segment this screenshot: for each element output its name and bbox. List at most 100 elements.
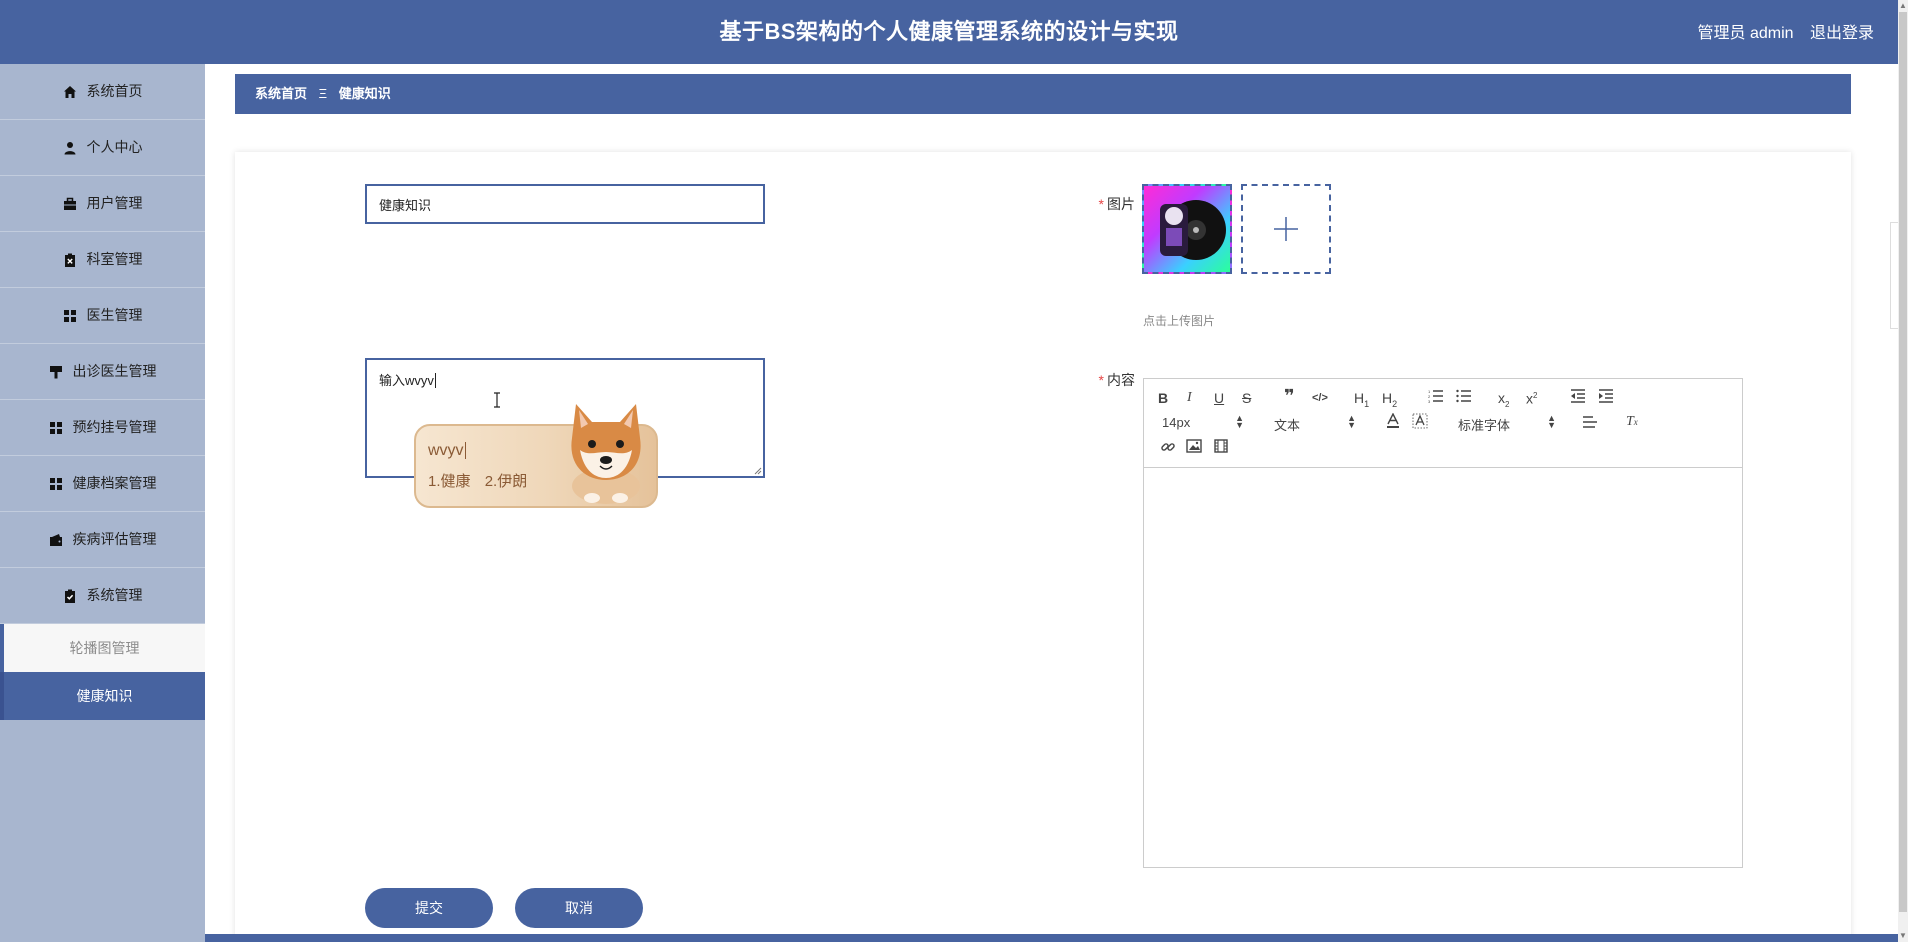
ime-candidate-popup: wvyv 1.健康 2.伊朗 [414,404,658,508]
bold-button[interactable]: B [1158,389,1168,407]
ime-input-code: wvyv [428,442,466,459]
rich-text-editor: B I U S ❞ </> H1 H2 123 x2 x2 14px ▲ ▼ 文本 ▲… [1143,378,1743,868]
sidebar-item-label: 出诊医生管理 [72,363,157,379]
logout-link[interactable]: 退出登录 [1810,25,1874,42]
sidebar-item-home[interactable]: 系统首页 [0,64,205,120]
ime-candidate[interactable]: 1.健康 [428,473,471,490]
indent-icon[interactable] [1598,389,1614,407]
video-insert-icon[interactable] [1214,439,1228,457]
ime-candidate-list: 1.健康 2.伊朗 [428,470,537,491]
sidebar-item-personal[interactable]: 个人中心 [0,120,205,176]
font-size-select[interactable]: 14px ▲ ▼ [1162,413,1244,431]
scroll-down-icon[interactable]: ▼ [1898,930,1908,942]
strike-button[interactable]: S [1242,389,1251,407]
upload-tip: 点击上传图片 [1143,314,1216,328]
ordered-list-icon[interactable]: 123 [1428,389,1444,407]
sidebar-item-label: 系统首页 [86,83,143,99]
sidebar-item-system[interactable]: 系统管理 [0,568,205,624]
svg-text:3: 3 [1428,399,1431,403]
sidebar-item-label: 系统管理 [86,587,143,603]
briefcase-icon [63,197,77,211]
scrollbar-thumb[interactable] [1899,12,1907,912]
breadcrumb: 系统首页 Ξ 健康知识 [235,74,1851,114]
shiba-dog-skin-icon [571,404,641,504]
sidebar-item-label: 健康档案管理 [72,475,157,491]
resize-handle-icon[interactable] [753,466,762,475]
background-color-icon[interactable] [1412,413,1428,433]
code-button[interactable]: </> [1312,389,1328,407]
intro-text: 输入wvyv [379,373,434,388]
user-area: 管理员 admin 退出登录 [1698,0,1875,64]
vertical-scrollbar[interactable]: ▲ ▼ [1898,0,1908,942]
select-arrows-icon: ▲ ▼ [1347,413,1356,430]
underline-button[interactable]: U [1214,389,1224,407]
italic-button[interactable]: I [1187,389,1192,407]
breadcrumb-current: 健康知识 [338,86,391,101]
editor-content-area[interactable] [1144,467,1742,867]
person-icon [63,141,77,155]
bullet-list-icon[interactable] [1456,389,1472,407]
font-color-icon[interactable] [1386,412,1400,433]
blockquote-button[interactable]: ❞ [1284,387,1295,405]
select-arrows-icon: ▲ ▼ [1547,413,1556,430]
sidebar-item-doctors[interactable]: 医生管理 [0,288,205,344]
content-label: * 内容 [1098,372,1135,388]
h1-button[interactable]: H1 [1354,389,1369,413]
user-label: 管理员 admin [1697,25,1794,42]
system-submenu: 轮播图管理 健康知识 [0,624,205,720]
wallet-icon [49,533,63,547]
sidebar-item-disease-assessment[interactable]: 疾病评估管理 [0,512,205,568]
sidebar-item-visiting-doctors[interactable]: 出诊医生管理 [0,344,205,400]
home-icon [63,85,77,99]
sidebar-item-carousel[interactable]: 轮播图管理 [0,624,205,672]
image-label: * 图片 [1098,196,1135,212]
breadcrumb-home[interactable]: 系统首页 [255,86,307,101]
sidebar-item-appointments[interactable]: 预约挂号管理 [0,400,205,456]
form-card: *标题 简介 输入wvyv *图片 点击上传图片 *内容 B I U S ❞ <… [235,152,1851,942]
upload-image-button[interactable] [1241,184,1331,274]
sidebar: 系统首页 个人中心 用户管理 科室管理 医生管理 出诊医生管理 预约挂号管理 健… [0,64,205,942]
clipboard-x-icon [63,253,77,267]
editor-toolbar: B I U S ❞ </> H1 H2 123 x2 x2 14px ▲ ▼ 文本 ▲… [1144,379,1742,468]
scroll-up-icon[interactable]: ▲ [1898,0,1908,12]
footer-strip [205,934,1898,942]
font-family-select[interactable]: 标准字体 ▲ ▼ [1458,413,1556,434]
submit-button[interactable]: 提交 [365,888,493,928]
sidebar-item-health-knowledge[interactable]: 健康知识 [0,672,205,720]
superscript-button[interactable]: x2 [1526,387,1537,408]
required-mark: * [1098,372,1104,388]
grid-icon [63,309,77,323]
image-insert-icon[interactable] [1186,439,1202,457]
breadcrumb-separator: Ξ [318,86,328,101]
grid-icon [49,421,63,435]
h2-button[interactable]: H2 [1382,389,1397,413]
sidebar-item-departments[interactable]: 科室管理 [0,232,205,288]
header-select[interactable]: 文本 ▲ ▼ [1274,413,1356,434]
sidebar-item-label: 疾病评估管理 [72,531,157,547]
clear-format-button[interactable]: Tx [1626,413,1638,431]
clipboard-check-icon [63,589,77,603]
outdent-icon[interactable] [1570,389,1586,407]
grid-icon [49,477,63,491]
top-header: 基于BS架构的个人健康管理系统的设计与实现 管理员 admin 退出登录 [0,0,1898,64]
sidebar-item-label: 用户管理 [86,195,143,211]
link-icon[interactable] [1160,439,1176,459]
cancel-button[interactable]: 取消 [515,888,643,928]
brush-icon [49,365,63,379]
sidebar-item-users[interactable]: 用户管理 [0,176,205,232]
sidebar-item-label: 个人中心 [86,139,143,155]
uploaded-image-thumbnail[interactable] [1142,184,1232,274]
sidebar-item-label: 科室管理 [86,251,143,267]
sidebar-item-health-records[interactable]: 健康档案管理 [0,456,205,512]
text-cursor-icon [494,392,500,408]
ime-candidate[interactable]: 2.伊朗 [485,473,528,490]
title-input[interactable] [365,184,765,224]
select-arrows-icon: ▲ ▼ [1235,413,1244,430]
sidebar-item-label: 医生管理 [86,307,143,323]
plus-icon [1274,217,1298,241]
sidebar-item-label: 预约挂号管理 [72,419,157,435]
align-icon[interactable] [1582,415,1598,433]
album-art-image [1160,200,1226,260]
subscript-button[interactable]: x2 [1498,389,1509,414]
app-title: 基于BS架构的个人健康管理系统的设计与实现 [719,19,1179,44]
